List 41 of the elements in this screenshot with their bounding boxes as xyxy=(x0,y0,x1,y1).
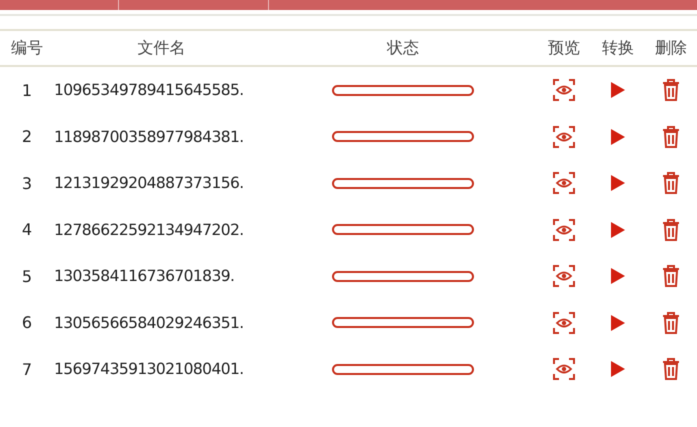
play-icon[interactable] xyxy=(611,268,625,284)
trash-icon[interactable] xyxy=(662,358,680,380)
trash-icon[interactable] xyxy=(662,126,680,148)
row-number: 6 xyxy=(22,313,32,332)
column-header: 文件名 xyxy=(138,38,186,58)
preview-icon[interactable] xyxy=(553,218,575,241)
row-number: 2 xyxy=(22,127,32,146)
preview-icon[interactable] xyxy=(553,126,575,148)
preview-icon[interactable] xyxy=(553,358,575,380)
row-number: 5 xyxy=(22,266,32,286)
play-icon[interactable] xyxy=(611,128,625,145)
play-icon[interactable] xyxy=(611,314,625,331)
trash-icon[interactable] xyxy=(662,79,680,102)
trash-icon[interactable] xyxy=(662,218,680,241)
row-number: 3 xyxy=(22,174,32,193)
preview-icon[interactable] xyxy=(553,79,575,102)
file-name: 12786622592134947202. xyxy=(54,220,244,239)
trash-icon[interactable] xyxy=(662,265,680,288)
play-icon[interactable] xyxy=(611,361,625,378)
play-icon[interactable] xyxy=(611,222,625,238)
file-name: 1303584116736701839. xyxy=(54,267,234,286)
play-icon[interactable] xyxy=(611,82,625,98)
preview-icon[interactable] xyxy=(553,172,575,194)
row-number: 4 xyxy=(22,220,32,240)
column-header: 预览 xyxy=(548,38,580,58)
file-name: 12131929204887373156. xyxy=(54,174,244,192)
trash-icon[interactable] xyxy=(662,172,680,194)
row-number: 1 xyxy=(22,80,32,100)
trash-icon[interactable] xyxy=(662,312,680,334)
preview-icon[interactable] xyxy=(553,312,575,334)
file-name: 13056566584029246351. xyxy=(54,314,244,332)
preview-icon[interactable] xyxy=(553,265,575,288)
column-header: 编号 xyxy=(11,38,43,58)
column-header: 删除 xyxy=(655,38,687,58)
column-header: 转换 xyxy=(602,38,634,58)
file-name: 10965349789415645585. xyxy=(54,81,244,100)
file-name: 15697435913021080401. xyxy=(54,360,244,378)
play-icon[interactable] xyxy=(611,175,625,192)
row-number: 7 xyxy=(22,360,32,379)
column-header: 状态 xyxy=(387,38,419,58)
file-name: 11898700358977984381. xyxy=(54,128,244,146)
